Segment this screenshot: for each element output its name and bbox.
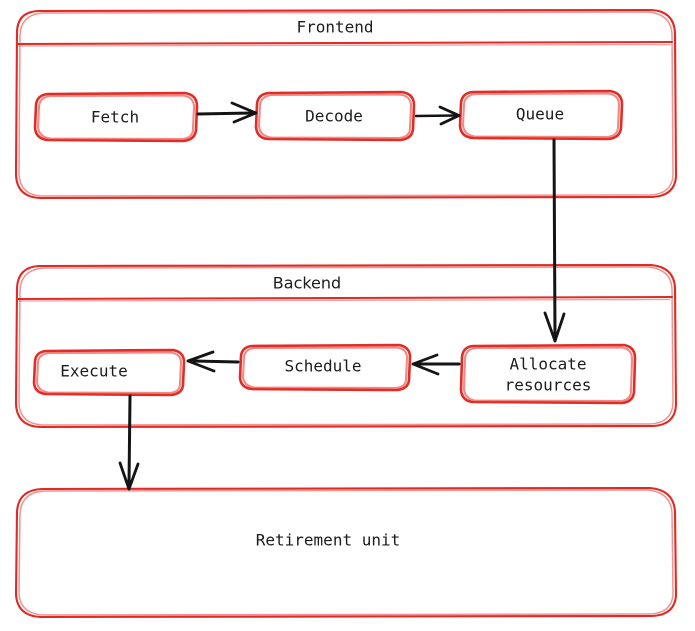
edge-execute-to-retirement-line bbox=[127, 394, 132, 486]
edge-fetch-to-decode-line bbox=[196, 111, 254, 116]
node-allocate-resources-label-line2: resources bbox=[505, 376, 592, 395]
group-backend-label: Backend bbox=[273, 274, 341, 293]
pipeline-diagram: Frontend Backend Retirement unit Fetch D… bbox=[0, 0, 695, 631]
edge-schedule-to-execute-line bbox=[192, 359, 240, 364]
node-fetch-label: Fetch bbox=[91, 108, 139, 127]
group-frontend-label: Frontend bbox=[296, 18, 373, 37]
group-retirement-border bbox=[14, 486, 678, 619]
node-execute[interactable]: Execute bbox=[32, 348, 186, 397]
group-retirement-label: Retirement unit bbox=[256, 531, 401, 550]
group-retirement[interactable]: Retirement unit bbox=[14, 486, 678, 619]
node-allocate-resources-label-line1: Allocate bbox=[509, 355, 586, 374]
node-schedule-label: Schedule bbox=[284, 357, 361, 376]
node-decode-label: Decode bbox=[305, 107, 363, 126]
diagram-canvas: Frontend Backend Retirement unit Fetch D… bbox=[14, 8, 678, 619]
node-schedule[interactable]: Schedule bbox=[238, 343, 412, 392]
node-fetch[interactable]: Fetch bbox=[33, 91, 199, 143]
node-execute-label: Execute bbox=[60, 362, 127, 381]
edge-decode-to-queue-line bbox=[414, 114, 457, 118]
edge-queue-to-allocate-resources-line bbox=[552, 138, 557, 338]
node-queue-label: Queue bbox=[516, 105, 564, 124]
node-decode[interactable]: Decode bbox=[254, 90, 416, 142]
node-allocate-resources[interactable]: Allocate resources bbox=[459, 343, 637, 405]
node-queue[interactable]: Queue bbox=[458, 89, 624, 141]
